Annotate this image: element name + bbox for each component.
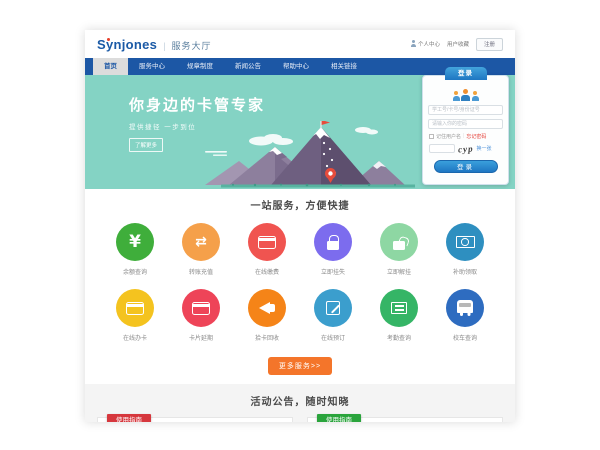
site-name: 服务大厅 [172, 39, 212, 52]
service-label: 拾卡回收 [234, 333, 300, 342]
personal-center-link[interactable]: 个人中心 [411, 40, 440, 48]
services-row-2: 在线办卡 卡片延期 拾卡回收 在线预订 考勤查询 校车查询 [85, 289, 515, 342]
service-label: 余额查询 [102, 267, 168, 276]
usage-guide-ribbon[interactable]: 使用指南 [317, 414, 361, 422]
activity-title: 活动公告，随时知晓 [97, 393, 503, 408]
nav-item-related-links[interactable]: 相关链接 [320, 58, 368, 75]
panel-header: 使用指南 更多>> [308, 418, 502, 422]
login-tab[interactable]: 登录 [445, 67, 487, 80]
service-report-loss[interactable]: 立即挂失 [300, 223, 366, 276]
nav-item-rules[interactable]: 规章制度 [176, 58, 224, 75]
lock-closed-icon [314, 223, 352, 261]
service-card-extension[interactable]: 卡片延期 [168, 289, 234, 342]
services-title: 一站服务，方便快捷 [85, 197, 515, 212]
attendance-list-icon [380, 289, 418, 327]
service-label: 补助领取 [432, 267, 498, 276]
link-separator: | [463, 133, 464, 139]
captcha-image[interactable]: cyp [458, 143, 474, 154]
remember-row: 记住用户名 | 忘记密码 [429, 133, 502, 140]
logo-accent-dot [107, 38, 110, 41]
user-favorites-link[interactable]: 用户收藏 [447, 40, 469, 48]
service-label: 校车查询 [432, 333, 498, 342]
hero-subtitle: 提供捷径 一步到位 [129, 121, 265, 131]
transfer-arrows-icon: ⇄ [182, 223, 220, 261]
bank-card-icon [182, 289, 220, 327]
hero-title: 你身边的卡管专家 [129, 94, 265, 115]
nav-item-service-center[interactable]: 服务中心 [128, 58, 176, 75]
logo-divider: | [163, 41, 165, 51]
banknote-icon [446, 223, 484, 261]
logo[interactable]: Synjones | 服务大厅 [97, 37, 212, 52]
captcha-input[interactable] [429, 144, 455, 153]
captcha-refresh-link[interactable]: 换一张 [477, 145, 492, 152]
service-online-booking[interactable]: 在线预订 [300, 289, 366, 342]
nav-item-help-center[interactable]: 帮助中心 [272, 58, 320, 75]
edit-pencil-icon [314, 289, 352, 327]
remember-checkbox[interactable] [429, 134, 434, 139]
service-cancel-loss[interactable]: 立即解挂 [366, 223, 432, 276]
person-icon [453, 96, 460, 102]
personal-center-label: 个人中心 [418, 40, 440, 48]
bank-card-icon [248, 223, 286, 261]
more-services-button[interactable]: 更多服务>> [268, 357, 332, 375]
service-transfer-recharge[interactable]: ⇄ 转账充值 [168, 223, 234, 276]
service-label: 立即解挂 [366, 267, 432, 276]
service-label: 在线缴费 [234, 267, 300, 276]
forgot-password-link[interactable]: 忘记密码 [466, 133, 486, 140]
login-submit-button[interactable]: 登录 [434, 160, 498, 173]
panel-header: 使用指南 最新公告 更多>> [98, 418, 292, 422]
hero-text-block: 你身边的卡管专家 提供捷径 一步到位 了解更多 [129, 94, 265, 152]
yen-sign-icon: ¥ [116, 223, 154, 261]
person-icon [411, 44, 416, 47]
services-section: 一站服务，方便快捷 ¥ 余额查询 ⇄ 转账充值 在线缴费 立即挂失 立即解挂 [85, 189, 515, 375]
service-subsidy-collect[interactable]: 补助领取 [432, 223, 498, 276]
services-row-1: ¥ 余额查询 ⇄ 转账充值 在线缴费 立即挂失 立即解挂 补助领取 [85, 223, 515, 276]
service-label: 在线办卡 [102, 333, 168, 342]
service-attendance-query[interactable]: 考勤查询 [366, 289, 432, 342]
service-label: 卡片延期 [168, 333, 234, 342]
register-button[interactable]: 注册 [476, 38, 503, 51]
header-links: 个人中心 用户收藏 注册 [411, 38, 503, 51]
users-group-icon [423, 88, 508, 101]
person-icon [472, 96, 479, 102]
service-found-card[interactable]: 拾卡回收 [234, 289, 300, 342]
service-label: 在线预订 [300, 333, 366, 342]
activity-section: 活动公告，随时知晓 使用指南 最新公告 更多>> 使用指南 更多>> [85, 384, 515, 422]
activity-panels: 使用指南 最新公告 更多>> 使用指南 更多>> [97, 417, 503, 422]
service-balance-query[interactable]: ¥ 余额查询 [102, 223, 168, 276]
guide-panel-left: 使用指南 最新公告 更多>> [97, 417, 293, 422]
password-input[interactable] [428, 119, 503, 129]
usage-guide-ribbon[interactable]: 使用指南 [107, 414, 151, 422]
header: Synjones | 服务大厅 个人中心 用户收藏 注册 [85, 30, 515, 58]
nav-item-home[interactable]: 首页 [93, 58, 128, 75]
megaphone-icon [248, 289, 286, 327]
login-panel: 登录 记住用户名 | 忘记密码 cyp 换一张 登录 [422, 75, 509, 185]
bank-card-icon [116, 289, 154, 327]
nav-item-news[interactable]: 新闻公告 [224, 58, 272, 75]
service-label: 考勤查询 [366, 333, 432, 342]
site-container: Synjones | 服务大厅 个人中心 用户收藏 注册 首页 服务中心 规章制… [85, 30, 515, 422]
remember-label: 记住用户名 [436, 133, 461, 140]
service-online-card-apply[interactable]: 在线办卡 [102, 289, 168, 342]
hero-cta-button[interactable]: 了解更多 [129, 138, 163, 152]
service-school-bus-query[interactable]: 校车查询 [432, 289, 498, 342]
service-online-payment[interactable]: 在线缴费 [234, 223, 300, 276]
person-icon [461, 95, 470, 102]
captcha-row: cyp 换一张 [429, 144, 502, 154]
service-label: 立即挂失 [300, 267, 366, 276]
guide-panel-right: 使用指南 更多>> [307, 417, 503, 422]
account-input[interactable] [428, 105, 503, 115]
bus-icon [446, 289, 484, 327]
lock-open-icon [380, 223, 418, 261]
service-label: 转账充值 [168, 267, 234, 276]
